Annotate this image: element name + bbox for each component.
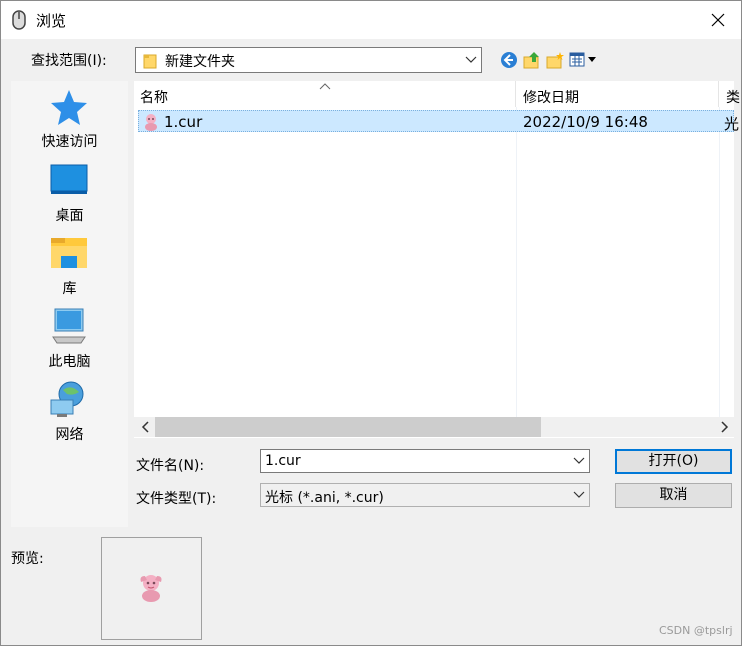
close-icon [711, 13, 725, 27]
view-menu-button[interactable] [568, 50, 598, 70]
horizontal-scrollbar[interactable] [134, 417, 734, 437]
file-type-select[interactable]: 光标 (*.ani, *.cur) [260, 483, 590, 507]
column-type-label: 类 [726, 90, 740, 106]
file-name-label: 文件名(N): [136, 458, 205, 474]
up-folder-icon [523, 52, 539, 69]
file-name-input[interactable]: 1.cur [260, 449, 590, 473]
preview-pane [101, 537, 202, 640]
column-header-date[interactable]: 修改日期 [517, 81, 719, 107]
places-bar: 快速访问 桌面 库 此电脑 网络 [11, 81, 128, 527]
place-label: 库 [62, 281, 77, 297]
back-icon [501, 52, 517, 68]
star-icon [51, 90, 87, 125]
view-menu-icon [569, 52, 596, 67]
place-label: 桌面 [55, 208, 84, 224]
column-name-label: 名称 [140, 90, 168, 106]
chevron-down-icon[interactable] [573, 456, 585, 466]
title-bar: 浏览 [1, 1, 741, 39]
column-header-type[interactable]: 类 [720, 81, 742, 107]
column-header-name[interactable]: 名称 [134, 81, 516, 107]
desktop-icon [50, 164, 88, 194]
cursor-preview-image [140, 575, 162, 602]
look-in-value: 新建文件夹 [165, 54, 235, 70]
window-title: 浏览 [36, 12, 67, 30]
scroll-left-icon[interactable] [139, 419, 153, 435]
computer-icon [52, 308, 86, 344]
file-name-cell: 1.cur [164, 113, 203, 131]
preview-label: 预览: [11, 551, 44, 567]
column-date-label: 修改日期 [523, 90, 579, 106]
file-list[interactable]: 名称 修改日期 类 1.cur 2022/10/9 16:48 光 [134, 81, 740, 438]
cancel-button[interactable]: 取消 [615, 483, 732, 508]
file-type-label: 文件类型(T): [136, 491, 217, 507]
place-quick-access[interactable]: 快速访问 [11, 87, 128, 155]
open-button[interactable]: 打开(O) [615, 449, 732, 474]
close-button[interactable] [695, 1, 741, 39]
back-button[interactable] [499, 50, 519, 70]
place-library[interactable]: 库 [11, 234, 128, 302]
new-folder-icon [546, 52, 564, 69]
file-date-cell: 2022/10/9 16:48 [523, 113, 648, 131]
toolbar [499, 49, 598, 71]
watermark: CSDN @tpslrj [659, 624, 733, 637]
scroll-right-icon[interactable] [717, 419, 731, 435]
place-label: 快速访问 [41, 134, 98, 150]
network-icon [50, 381, 84, 417]
place-label: 网络 [55, 427, 84, 443]
place-label: 此电脑 [48, 354, 91, 370]
new-folder-button[interactable] [545, 50, 565, 70]
look-in-label: 查找范围(I): [31, 53, 107, 69]
table-row[interactable]: 1.cur 2022/10/9 16:48 光 [138, 110, 739, 133]
chevron-down-icon [573, 491, 585, 498]
up-folder-button[interactable] [522, 50, 542, 70]
sort-ascending-icon [319, 83, 331, 90]
chevron-down-icon [465, 56, 477, 63]
place-this-pc[interactable]: 此电脑 [11, 307, 128, 375]
folder-icon [143, 54, 157, 69]
file-type-value: 光标 (*.ani, *.cur) [265, 490, 384, 506]
library-icon [51, 238, 87, 268]
file-name-value: 1.cur [265, 453, 301, 469]
column-divider [516, 107, 517, 417]
file-type-cell: 光 [724, 115, 740, 133]
scroll-thumb[interactable] [155, 417, 541, 437]
look-in-combo[interactable]: 新建文件夹 [135, 47, 482, 73]
place-network[interactable]: 网络 [11, 380, 128, 448]
cursor-app-icon [12, 10, 26, 30]
column-divider [719, 107, 720, 417]
browse-dialog: 浏览 查找范围(I): 新建文件夹 快速访问 桌面 库 此电脑 网络 名称 修改… [0, 0, 742, 646]
cursor-file-icon [145, 114, 157, 131]
place-desktop[interactable]: 桌面 [11, 161, 128, 229]
